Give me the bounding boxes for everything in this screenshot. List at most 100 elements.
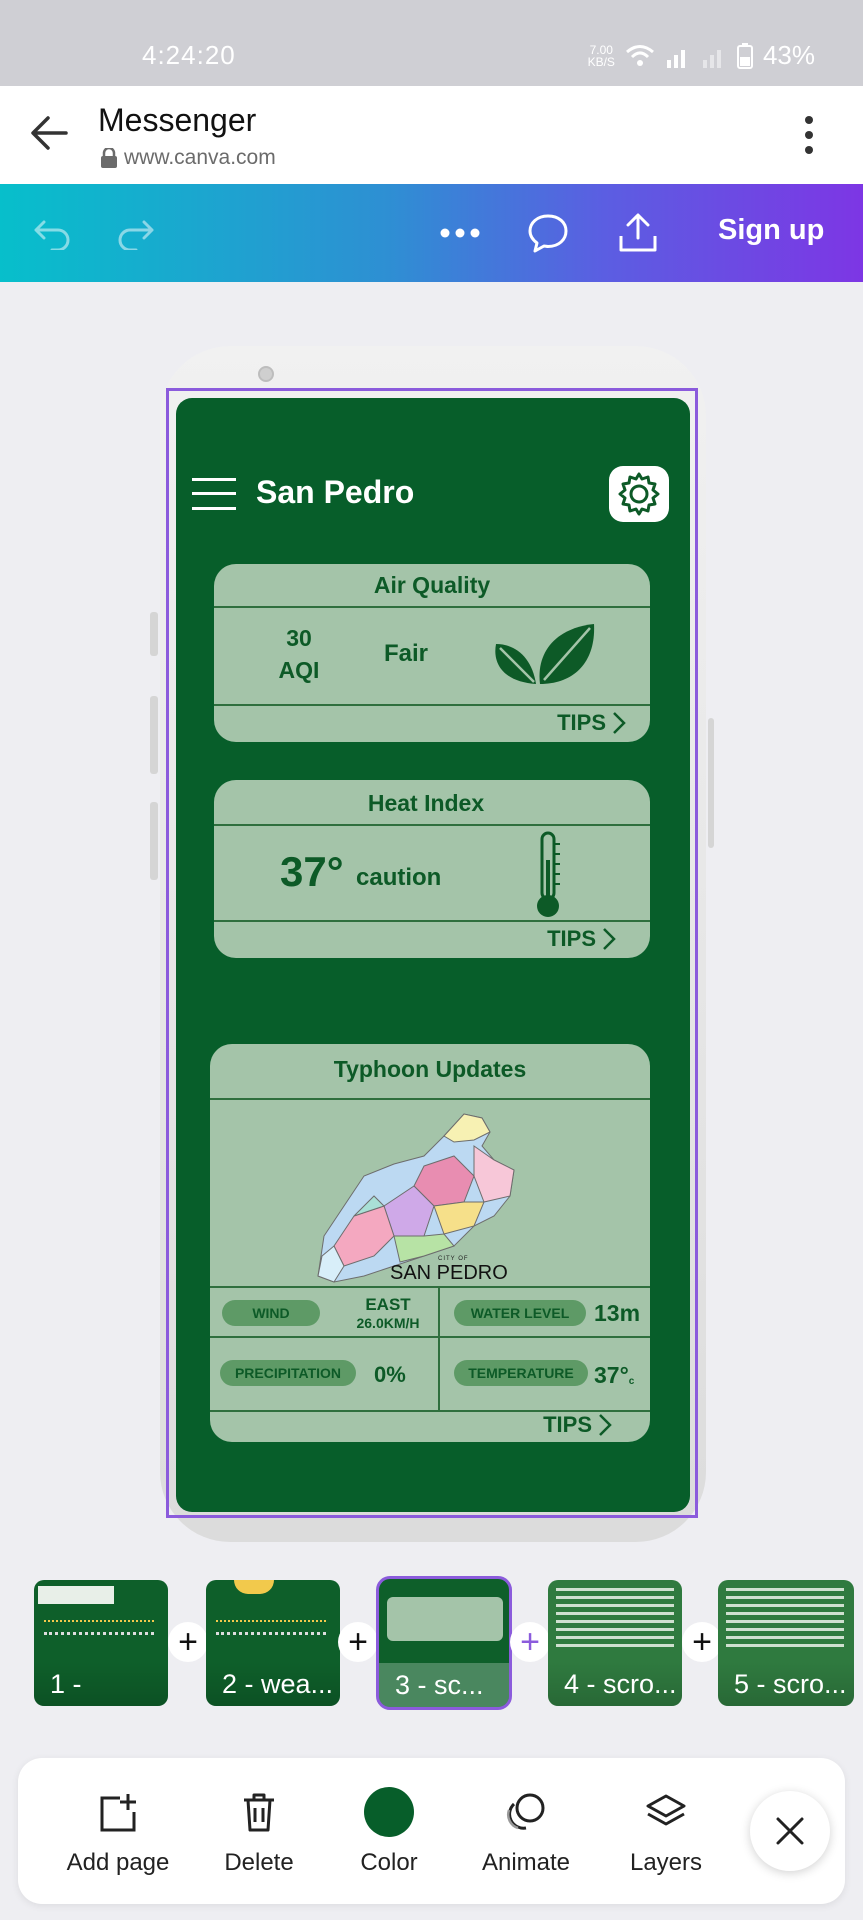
- heat-index-title: Heat Index: [367, 790, 485, 816]
- undo-button[interactable]: [30, 208, 74, 258]
- delete-button[interactable]: Delete: [194, 1758, 324, 1904]
- phone-power-button: [708, 718, 714, 848]
- add-page-icon: [100, 1794, 136, 1832]
- status-bar: 4:24:20 7.00 KB/S 43%: [0, 0, 863, 86]
- temperature-label-pill: TEMPERATURE: [454, 1360, 588, 1386]
- add-page-between-button[interactable]: +: [510, 1622, 550, 1662]
- phone-side-button: [150, 802, 158, 880]
- city-map-illustration: [317, 1113, 515, 1283]
- precipitation-value: 0%: [374, 1362, 406, 1387]
- temperature-unit: c: [628, 1376, 635, 1387]
- typhoon-updates-card[interactable]: Typhoon Updates CITY OF SAN PEDRO WIND E…: [210, 1044, 650, 1442]
- page-label: 1 - optio...: [34, 1662, 168, 1706]
- divider-vertical: [438, 1286, 440, 1410]
- browser-url[interactable]: www.canva.com: [100, 146, 276, 170]
- more-vert-icon[interactable]: [797, 112, 821, 158]
- more-button[interactable]: [436, 208, 484, 258]
- animate-icon: [506, 1793, 545, 1830]
- page-thumbnail-1[interactable]: 1 - optio...: [34, 1580, 168, 1706]
- close-button[interactable]: [750, 1791, 830, 1871]
- sign-up-button[interactable]: Sign up: [718, 214, 824, 247]
- divider: [210, 1098, 650, 1100]
- chevron-right-icon: [613, 712, 626, 734]
- thumb-preview: [216, 1632, 326, 1642]
- typhoon-tips-link[interactable]: TIPS: [543, 1412, 612, 1438]
- aqi-unit: AQI: [278, 657, 320, 683]
- phone-camera: [258, 366, 274, 382]
- phone-side-button: [150, 696, 158, 774]
- add-page-label: Add page: [66, 1849, 170, 1876]
- page-thumbnail-5[interactable]: 5 - scro...: [718, 1580, 854, 1706]
- heat-index-value: 37°: [280, 848, 344, 895]
- redo-icon: [118, 220, 154, 250]
- comment-button[interactable]: [524, 208, 572, 258]
- browser-bar: Messenger www.canva.com: [0, 86, 863, 184]
- share-button[interactable]: [614, 208, 662, 258]
- page-thumbnail-2[interactable]: 2 - wea...: [206, 1580, 340, 1706]
- leaf-icon: [495, 624, 595, 684]
- aqi-value: 30: [286, 625, 312, 651]
- thumb-preview: [216, 1620, 326, 1626]
- divider: [214, 704, 650, 706]
- add-page-between-button[interactable]: +: [168, 1622, 208, 1662]
- close-icon: [776, 1817, 804, 1845]
- page-thumbnail-4[interactable]: 4 - scro...: [548, 1580, 682, 1706]
- browser-title: Messenger: [98, 102, 257, 138]
- hamburger-menu-icon[interactable]: [192, 476, 236, 512]
- tips-label: TIPS: [543, 1412, 592, 1437]
- color-button[interactable]: Color: [324, 1758, 454, 1904]
- add-page-between-button[interactable]: +: [682, 1622, 722, 1662]
- signal-icon: [666, 49, 685, 68]
- delete-label: Delete: [224, 1849, 294, 1876]
- wifi-icon: [625, 44, 654, 66]
- heat-index-card[interactable]: Heat Index 37° caution TIPS: [214, 780, 650, 958]
- water-level-label-pill: WATER LEVEL: [454, 1300, 586, 1326]
- animate-label: Animate: [481, 1849, 571, 1876]
- temperature-value: 37°: [594, 1362, 629, 1388]
- animate-button[interactable]: Animate: [454, 1758, 598, 1904]
- color-swatch: [364, 1787, 414, 1837]
- thumb-preview: [44, 1632, 154, 1642]
- share-upload-icon: [619, 213, 657, 252]
- thumb-preview: [556, 1588, 674, 1648]
- map-caption: SAN PEDRO: [390, 1262, 508, 1284]
- divider: [210, 1336, 650, 1338]
- divider: [214, 920, 650, 922]
- network-speed: 7.00 KB/S: [588, 44, 615, 68]
- url-text: www.canva.com: [124, 146, 276, 169]
- air-quality-title: Air Quality: [373, 572, 491, 598]
- color-label: Color: [360, 1849, 418, 1876]
- page-label: 4 - scro...: [548, 1662, 682, 1706]
- gear-icon: [618, 472, 660, 516]
- divider: [210, 1286, 650, 1288]
- battery-icon: [736, 42, 753, 69]
- back-arrow-icon[interactable]: [26, 110, 72, 156]
- precipitation-label-pill: PRECIPITATION: [220, 1360, 356, 1386]
- thermometer-icon: [537, 831, 560, 917]
- chevron-right-icon: [599, 1414, 612, 1436]
- water-level-value: 13m: [594, 1300, 641, 1326]
- aqi-readout: 30 AQI: [264, 622, 334, 686]
- chevron-right-icon: [603, 928, 616, 950]
- add-page-between-button[interactable]: +: [338, 1622, 378, 1662]
- temperature-readout: 37° c: [594, 1362, 634, 1389]
- layers-label: Layers: [629, 1849, 703, 1876]
- layers-button[interactable]: Layers: [598, 1758, 734, 1904]
- signal-2-icon: [702, 49, 721, 68]
- page-thumbnail-3-selected[interactable]: 3 - sc...: [376, 1576, 512, 1710]
- design-canvas[interactable]: San Pedro Air Quality 30 AQI Fair TIPS H…: [176, 398, 690, 1512]
- tips-label: TIPS: [557, 710, 606, 735]
- tips-label: TIPS: [547, 926, 596, 951]
- add-page-button[interactable]: Add page: [42, 1758, 194, 1904]
- settings-button[interactable]: [609, 466, 669, 522]
- thumb-preview: [726, 1588, 844, 1648]
- layers-icon: [646, 1794, 686, 1826]
- air-quality-card[interactable]: Air Quality 30 AQI Fair TIPS: [214, 564, 650, 742]
- heat-index-tips-link[interactable]: TIPS: [547, 926, 616, 952]
- lock-icon: [101, 148, 117, 168]
- thumb-preview: [234, 1580, 274, 1594]
- comment-icon: [528, 214, 568, 253]
- thumb-preview: [38, 1586, 114, 1604]
- redo-button[interactable]: [114, 208, 158, 258]
- air-quality-tips-link[interactable]: TIPS: [557, 710, 626, 736]
